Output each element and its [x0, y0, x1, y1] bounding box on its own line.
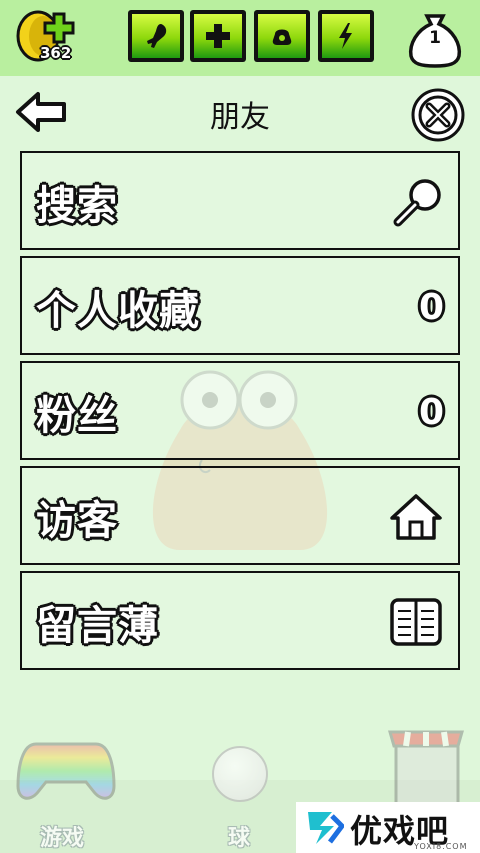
menu-item-label: 粉丝: [36, 393, 118, 439]
plus-icon: [206, 24, 230, 48]
search-icon: [393, 179, 441, 227]
menu-item-label: 个人收藏: [36, 288, 200, 334]
watermark-sub: YOXI8.COM: [414, 842, 468, 851]
gamepad-icon[interactable]: [16, 738, 116, 804]
coin-count: 362: [40, 44, 72, 62]
menu-item-favorites[interactable]: 个人收藏 0: [20, 256, 460, 355]
bag-count: 1: [429, 28, 441, 48]
fans-count: 0: [418, 391, 444, 433]
menu-item-label: 留言薄: [36, 603, 159, 649]
health-stat[interactable]: [190, 10, 246, 62]
back-arrow-icon[interactable]: [14, 90, 70, 134]
food-stat[interactable]: [128, 10, 184, 62]
menu-item-search[interactable]: 搜索: [20, 151, 460, 250]
book-icon: [390, 598, 442, 646]
menu-item-label: 访客: [36, 498, 118, 544]
shop-icon[interactable]: [386, 726, 466, 812]
top-bar: 362 1: [0, 0, 480, 76]
drumstick-icon: [147, 24, 167, 48]
favorites-count: 0: [418, 286, 444, 328]
menu-item-fans[interactable]: 粉丝 0: [20, 361, 460, 460]
page-title: 朋友: [210, 100, 270, 135]
lamp-icon: [272, 29, 292, 45]
menu-item-visitors[interactable]: 访客: [20, 466, 460, 565]
home-icon: [390, 494, 442, 540]
close-icon[interactable]: [410, 87, 466, 143]
menu-item-guestbook[interactable]: 留言薄: [20, 571, 460, 670]
lightning-icon: [339, 23, 352, 49]
ball-tab-label[interactable]: 球: [228, 820, 250, 852]
watermark-logo-icon: [308, 812, 344, 844]
games-tab-label[interactable]: 游戏: [40, 820, 84, 852]
energy-stat[interactable]: [318, 10, 374, 62]
ball-icon[interactable]: [212, 746, 268, 802]
menu-item-label: 搜索: [36, 183, 118, 229]
sleep-stat[interactable]: [254, 10, 310, 62]
watermark: 优戏吧 YOXI8.COM: [296, 802, 480, 853]
